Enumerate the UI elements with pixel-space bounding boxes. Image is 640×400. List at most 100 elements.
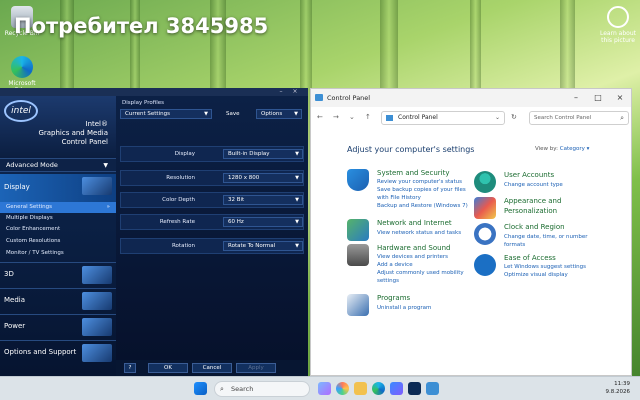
profiles-label: Display Profiles xyxy=(122,100,164,106)
taskbar-search[interactable]: ⌕ Search xyxy=(214,381,310,397)
save-button[interactable]: Save xyxy=(226,111,240,117)
nav-media[interactable]: Media xyxy=(0,288,116,312)
close-icon[interactable]: × xyxy=(609,89,631,107)
mode-label: Advanced Mode xyxy=(6,161,58,169)
minimize-icon[interactable]: – xyxy=(276,88,286,96)
category-programs: Programs Uninstall a program xyxy=(347,294,477,316)
chevron-down-icon: ⌄ xyxy=(494,114,500,121)
category-link[interactable]: Adjust commonly used mobility xyxy=(377,270,464,276)
appearance-icon xyxy=(474,197,496,219)
back-arrow-icon[interactable]: ← xyxy=(317,113,323,121)
printer-icon xyxy=(347,244,369,266)
file-explorer-icon[interactable] xyxy=(354,382,367,395)
system-clock[interactable]: 11:39 9.8.2026 xyxy=(606,380,631,396)
view-by-label: View by: xyxy=(535,146,558,152)
chevron-down-icon: ▼ xyxy=(294,111,298,117)
category-link[interactable]: Review your computer's status xyxy=(377,179,462,185)
accessibility-icon xyxy=(474,254,496,276)
category-title[interactable]: Network and Internet xyxy=(377,219,452,227)
forward-arrow-icon[interactable]: → xyxy=(333,113,339,121)
setting-row-rotation: Rotation Rotate To Normal ▼ xyxy=(120,238,304,254)
cancel-button[interactable]: Cancel xyxy=(192,363,232,373)
category-link[interactable]: Let Windows suggest settings xyxy=(504,264,586,270)
nav-3d[interactable]: 3D xyxy=(0,262,116,286)
category-title[interactable]: System and Security xyxy=(377,169,449,177)
control-panel-taskbar-icon[interactable] xyxy=(426,382,439,395)
category-link[interactable]: Uninstall a program xyxy=(377,305,431,311)
maximize-icon[interactable]: □ xyxy=(587,89,609,107)
cp-titlebar: Control Panel – □ × xyxy=(311,89,631,107)
setting-label: Display xyxy=(174,151,195,157)
category-ease-of-access: Ease of Access Let Windows suggest setti… xyxy=(474,254,604,284)
category-link[interactable]: View network status and tasks xyxy=(377,230,461,236)
nav-options-label: Options and Support xyxy=(4,348,77,356)
up-arrow-icon[interactable]: ↑ xyxy=(365,113,371,121)
profile-dropdown[interactable]: Current Settings ▼ xyxy=(120,109,212,119)
mode-selector[interactable]: Advanced Mode ▼ xyxy=(0,158,116,172)
category-link[interactable]: Change date, time, or number xyxy=(504,234,587,240)
category-link[interactable]: formats xyxy=(504,242,525,248)
setting-label: Resolution xyxy=(166,175,195,181)
search-input[interactable]: Search Control Panel ⌕ xyxy=(529,111,629,125)
nav-media-label: Media xyxy=(4,296,26,304)
category-title[interactable]: Programs xyxy=(377,294,410,302)
intel-graphics-window: – × intel Intel® Graphics and Media Cont… xyxy=(0,88,308,376)
category-link[interactable]: Change account type xyxy=(504,182,563,188)
setting-row-resolution: Resolution 1280 x 800 ▼ xyxy=(120,170,304,186)
category-title[interactable]: Ease of Access xyxy=(504,254,556,262)
recent-chevron-icon[interactable]: ⌄ xyxy=(349,113,355,121)
category-title[interactable]: Hardware and Sound xyxy=(377,244,450,252)
setting-value: Built-in Display xyxy=(228,151,270,157)
nav-options-support[interactable]: Options and Support xyxy=(0,340,116,364)
nav-display[interactable]: Display xyxy=(0,174,116,202)
start-icon[interactable] xyxy=(194,382,207,395)
nav-color-enhancement[interactable]: Color Enhancement xyxy=(0,224,116,235)
category-link[interactable]: with File History xyxy=(377,195,421,201)
ok-button[interactable]: OK xyxy=(148,363,188,373)
clock-time: 11:39 xyxy=(614,381,630,387)
nav-multiple-displays[interactable]: Multiple Displays xyxy=(0,213,116,224)
widgets-icon[interactable] xyxy=(318,382,331,395)
refresh-rate-dropdown[interactable]: 60 Hz ▼ xyxy=(223,217,303,227)
category-link[interactable]: settings xyxy=(377,278,399,284)
nav-sub-label: Custom Resolutions xyxy=(6,238,61,244)
support-icon xyxy=(82,344,112,362)
edge-icon[interactable] xyxy=(372,382,385,395)
address-bar[interactable]: Control Panel ⌄ xyxy=(381,111,505,125)
category-link[interactable]: Optimize visual display xyxy=(504,272,568,278)
category-title[interactable]: User Accounts xyxy=(504,171,554,179)
desktop-icon-learn-picture[interactable]: Learn about this picture xyxy=(598,6,638,44)
nav-power[interactable]: Power xyxy=(0,314,116,338)
category-title[interactable]: Appearance and xyxy=(504,197,561,205)
category-link[interactable]: Add a device xyxy=(377,262,413,268)
category-link[interactable]: View devices and printers xyxy=(377,254,448,260)
resolution-dropdown[interactable]: 1280 x 800 ▼ xyxy=(223,173,303,183)
color-depth-dropdown[interactable]: 32 Bit ▼ xyxy=(223,195,303,205)
apply-button[interactable]: Apply xyxy=(236,363,276,373)
monitor-icon xyxy=(82,177,112,195)
options-dropdown[interactable]: Options ▼ xyxy=(256,109,302,119)
category-title[interactable]: Clock and Region xyxy=(504,223,565,231)
category-link[interactable]: Save backup copies of your files xyxy=(377,187,466,193)
nav-3d-label: 3D xyxy=(4,270,14,278)
refresh-icon[interactable]: ↻ xyxy=(511,113,517,121)
nav-custom-resolutions[interactable]: Custom Resolutions xyxy=(0,236,116,247)
desktop-icon-label: Learn about this picture xyxy=(600,30,636,44)
close-icon[interactable]: × xyxy=(290,88,300,96)
nav-power-label: Power xyxy=(4,322,26,330)
rotation-dropdown[interactable]: Rotate To Normal ▼ xyxy=(223,241,303,251)
setting-label: Rotation xyxy=(171,243,195,249)
category-title[interactable]: Personalization xyxy=(504,207,557,215)
help-button[interactable]: ? xyxy=(124,363,136,373)
store-icon[interactable] xyxy=(390,382,403,395)
display-dropdown[interactable]: Built-in Display ▼ xyxy=(223,149,303,159)
nav-monitor-tv[interactable]: Monitor / TV Settings xyxy=(0,248,116,259)
view-by-dropdown[interactable]: Category xyxy=(560,146,585,152)
intel-graphics-taskbar-icon[interactable] xyxy=(408,382,421,395)
nav-general-settings[interactable]: General Settings » xyxy=(0,202,116,213)
copilot-icon[interactable] xyxy=(336,382,349,395)
setting-value: 32 Bit xyxy=(228,197,245,203)
category-link[interactable]: Backup and Restore (Windows 7) xyxy=(377,203,468,209)
taskbar-search-label: Search xyxy=(231,385,254,393)
minimize-icon[interactable]: – xyxy=(565,89,587,107)
